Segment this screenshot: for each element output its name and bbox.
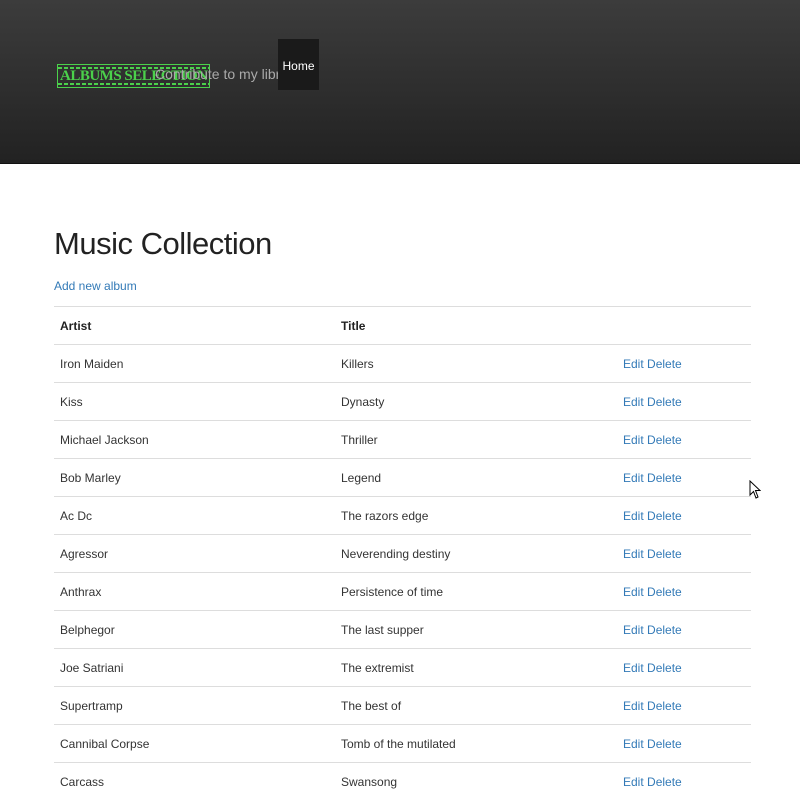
edit-link[interactable]: Edit [623,395,644,409]
column-header-title: Title [335,306,617,345]
title-cell: Dynasty [335,382,617,421]
delete-link[interactable]: Delete [647,357,682,371]
table-row: Cannibal Corpse Tomb of the mutilated Edit… [54,724,751,763]
table-row: Anthrax Persistence of time Edit Delete [54,572,751,611]
artist-cell: Belphegor [54,610,335,649]
delete-link[interactable]: Delete [647,661,682,675]
actions-cell: Edit Delete [617,724,751,763]
edit-link[interactable]: Edit [623,737,644,751]
delete-link[interactable]: Delete [647,395,682,409]
table-row: Iron Maiden Killers Edit Delete [54,344,751,383]
title-cell: Killers [335,344,617,383]
column-header-artist: Artist [54,306,335,345]
edit-link[interactable]: Edit [623,623,644,637]
edit-link[interactable]: Edit [623,699,644,713]
delete-link[interactable]: Delete [647,471,682,485]
delete-link[interactable]: Delete [647,547,682,561]
table-row: Kiss Dynasty Edit Delete [54,382,751,421]
table-row: Belphegor The last supper Edit Delete [54,610,751,649]
artist-cell: Bob Marley [54,458,335,497]
delete-link[interactable]: Delete [647,737,682,751]
delete-link[interactable]: Delete [647,775,682,789]
table-row: Agressor Neverending destiny Edit Delete [54,534,751,573]
table-row: Carcass Swansong Edit Delete [54,762,751,800]
actions-cell: Edit Delete [617,458,751,497]
artist-cell: Agressor [54,534,335,573]
table-row: Ac Dc The razors edge Edit Delete [54,496,751,535]
mouse-cursor-icon [749,480,761,499]
table-row: Michael Jackson Thriller Edit Delete [54,420,751,459]
delete-link[interactable]: Delete [647,433,682,447]
title-cell: Tomb of the mutilated [335,724,617,763]
artist-cell: Kiss [54,382,335,421]
actions-cell: Edit Delete [617,610,751,649]
actions-cell: Edit Delete [617,648,751,687]
navbar: Albums Selection Contribute to my librar… [0,0,800,164]
nav-item-home[interactable]: Home [278,39,319,90]
actions-cell: Edit Delete [617,382,751,421]
artist-cell: Ac Dc [54,496,335,535]
table-row: Joe Satriani The extremist Edit Delete [54,648,751,687]
actions-cell: Edit Delete [617,420,751,459]
add-new-album-link[interactable]: Add new album [54,279,137,293]
artist-cell: Iron Maiden [54,344,335,383]
column-header-actions [617,306,751,345]
actions-cell: Edit Delete [617,344,751,383]
artist-cell: Anthrax [54,572,335,611]
artist-cell: Joe Satriani [54,648,335,687]
delete-link[interactable]: Delete [647,509,682,523]
edit-link[interactable]: Edit [623,585,644,599]
artist-cell: Carcass [54,762,335,800]
title-cell: The razors edge [335,496,617,535]
actions-cell: Edit Delete [617,572,751,611]
title-cell: Thriller [335,420,617,459]
artist-cell: Supertramp [54,686,335,725]
delete-link[interactable]: Delete [647,699,682,713]
actions-cell: Edit Delete [617,686,751,725]
title-cell: The best of [335,686,617,725]
edit-link[interactable]: Edit [623,509,644,523]
edit-link[interactable]: Edit [623,357,644,371]
actions-cell: Edit Delete [617,762,751,800]
title-cell: Legend [335,458,617,497]
artist-cell: Michael Jackson [54,420,335,459]
title-cell: The extremist [335,648,617,687]
artist-cell: Cannibal Corpse [54,724,335,763]
delete-link[interactable]: Delete [647,623,682,637]
title-cell: Neverending destiny [335,534,617,573]
delete-link[interactable]: Delete [647,585,682,599]
page-title: Music Collection [54,226,272,261]
table-header-row: Artist Title [54,306,751,345]
actions-cell: Edit Delete [617,496,751,535]
title-cell: Swansong [335,762,617,800]
edit-link[interactable]: Edit [623,547,644,561]
actions-cell: Edit Delete [617,534,751,573]
title-cell: The last supper [335,610,617,649]
edit-link[interactable]: Edit [623,661,644,675]
edit-link[interactable]: Edit [623,775,644,789]
edit-link[interactable]: Edit [623,471,644,485]
table-row: Supertramp The best of Edit Delete [54,686,751,725]
table-row: Bob Marley Legend Edit Delete [54,458,751,497]
title-cell: Persistence of time [335,572,617,611]
edit-link[interactable]: Edit [623,433,644,447]
albums-table: Artist Title Iron Maiden Killers Edit Dele… [54,306,751,800]
